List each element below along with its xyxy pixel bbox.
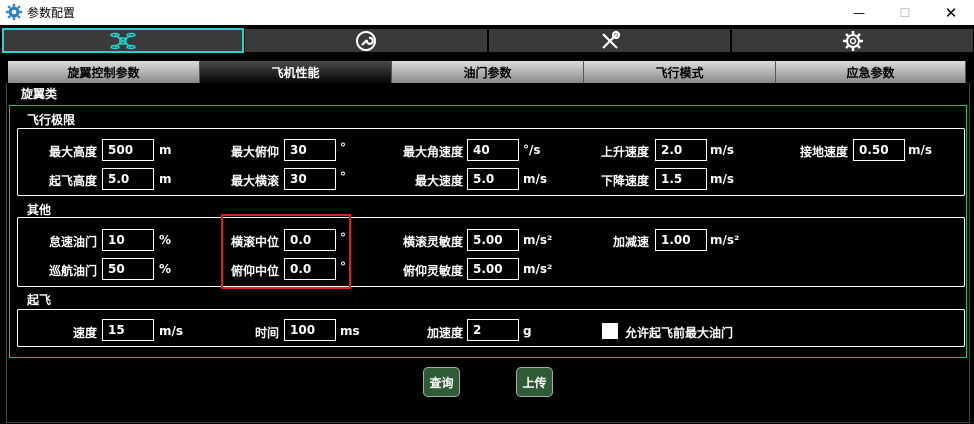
max-angular-speed-unit: °/s bbox=[523, 143, 541, 157]
tab-tools[interactable] bbox=[488, 28, 731, 53]
title-bar: 参数配置 — ☐ ✕ bbox=[0, 0, 974, 25]
climb-speed-field[interactable] bbox=[655, 139, 707, 161]
touchdown-speed-field[interactable] bbox=[853, 139, 905, 161]
takeoff-altitude-label: 起飞高度 bbox=[48, 174, 97, 188]
pitch-sensitivity-label: 俯仰灵敏度 bbox=[402, 264, 463, 278]
takeoff-accel-field[interactable] bbox=[467, 319, 519, 341]
tab-settings[interactable] bbox=[731, 28, 974, 53]
idle-throttle-unit: % bbox=[159, 233, 172, 247]
close-button[interactable]: ✕ bbox=[928, 0, 974, 25]
pitch-sensitivity-unit: m/s² bbox=[523, 262, 553, 276]
highlight-box bbox=[221, 214, 351, 289]
max-speed-field[interactable] bbox=[467, 168, 519, 190]
takeoff-altitude-field[interactable] bbox=[102, 168, 154, 190]
takeoff-time-label: 时间 bbox=[254, 326, 279, 340]
category-label: 旋翼类 bbox=[21, 87, 58, 101]
minimize-button[interactable]: — bbox=[836, 0, 882, 25]
subtab-emergency[interactable]: 应急参数 bbox=[776, 61, 966, 83]
other-title: 其他 bbox=[27, 203, 52, 217]
takeoff-speed-unit: m/s bbox=[159, 324, 184, 338]
takeoff-speed-field[interactable] bbox=[102, 319, 154, 341]
acceleration-field[interactable] bbox=[655, 229, 707, 251]
climb-speed-unit: m/s bbox=[710, 143, 735, 157]
cruise-throttle-field[interactable] bbox=[102, 258, 154, 280]
allow-max-throttle-label: 允许起飞前最大油门 bbox=[625, 326, 734, 340]
max-pitch-label: 最大俯仰 bbox=[230, 145, 279, 159]
flight-limits-title: 飞行极限 bbox=[27, 113, 76, 127]
max-angular-speed-label: 最大角速度 bbox=[402, 145, 463, 159]
cruise-throttle-label: 巡航油门 bbox=[48, 264, 97, 278]
query-button[interactable]: 查询 bbox=[423, 367, 460, 397]
touchdown-speed-label: 接地速度 bbox=[799, 145, 848, 159]
roll-sensitivity-field[interactable] bbox=[467, 229, 519, 251]
max-angular-speed-field[interactable] bbox=[467, 139, 519, 161]
takeoff-title: 起飞 bbox=[27, 293, 52, 307]
subtab-rotor-control[interactable]: 旋翼控制参数 bbox=[8, 61, 200, 83]
max-roll-label: 最大横滚 bbox=[230, 174, 279, 188]
tools-icon bbox=[601, 30, 620, 49]
descent-speed-label: 下降速度 bbox=[600, 174, 649, 188]
descent-speed-field[interactable] bbox=[655, 168, 707, 190]
takeoff-altitude-unit: m bbox=[159, 172, 172, 186]
wrench-circle-icon bbox=[356, 30, 376, 51]
roll-sensitivity-unit: m/s² bbox=[523, 233, 553, 247]
descent-speed-unit: m/s bbox=[710, 172, 735, 186]
max-altitude-label: 最大高度 bbox=[48, 145, 97, 159]
pitch-sensitivity-field[interactable] bbox=[467, 258, 519, 280]
window-title: 参数配置 bbox=[27, 6, 76, 20]
max-speed-unit: m/s bbox=[523, 172, 548, 186]
acceleration-label: 加减速 bbox=[612, 235, 649, 249]
cruise-throttle-unit: % bbox=[159, 262, 172, 276]
idle-throttle-label: 怠速油门 bbox=[48, 235, 97, 249]
maximize-button[interactable]: ☐ bbox=[882, 0, 928, 25]
takeoff-time-unit: ms bbox=[340, 324, 360, 338]
max-altitude-unit: m bbox=[159, 143, 172, 157]
idle-throttle-field[interactable] bbox=[102, 229, 154, 251]
takeoff-accel-label: 加速度 bbox=[426, 326, 463, 340]
climb-speed-label: 上升速度 bbox=[600, 145, 649, 159]
max-pitch-unit: ° bbox=[340, 141, 346, 155]
tab-drone[interactable] bbox=[2, 28, 244, 53]
acceleration-unit: m/s² bbox=[710, 233, 740, 247]
takeoff-accel-unit: g bbox=[523, 324, 532, 338]
tab-maintenance[interactable] bbox=[244, 28, 488, 53]
touchdown-speed-unit: m/s bbox=[908, 143, 933, 157]
max-roll-unit: ° bbox=[340, 170, 346, 184]
gear-icon bbox=[5, 3, 23, 21]
max-roll-field[interactable] bbox=[284, 168, 336, 190]
takeoff-speed-label: 速度 bbox=[72, 326, 97, 340]
subtab-throttle[interactable]: 油门参数 bbox=[392, 61, 584, 83]
roll-sensitivity-label: 横滚灵敏度 bbox=[402, 235, 463, 249]
max-speed-label: 最大速度 bbox=[414, 174, 463, 188]
subtab-aircraft-performance[interactable]: 飞机性能 bbox=[200, 61, 392, 83]
drone-icon bbox=[110, 32, 136, 49]
subtab-flight-mode[interactable]: 飞行模式 bbox=[584, 61, 776, 83]
allow-max-throttle-checkbox[interactable] bbox=[602, 323, 618, 339]
upload-button[interactable]: 上传 bbox=[516, 367, 553, 397]
max-altitude-field[interactable] bbox=[102, 139, 154, 161]
takeoff-time-field[interactable] bbox=[284, 319, 336, 341]
gear-icon bbox=[842, 30, 863, 51]
max-pitch-field[interactable] bbox=[284, 139, 336, 161]
